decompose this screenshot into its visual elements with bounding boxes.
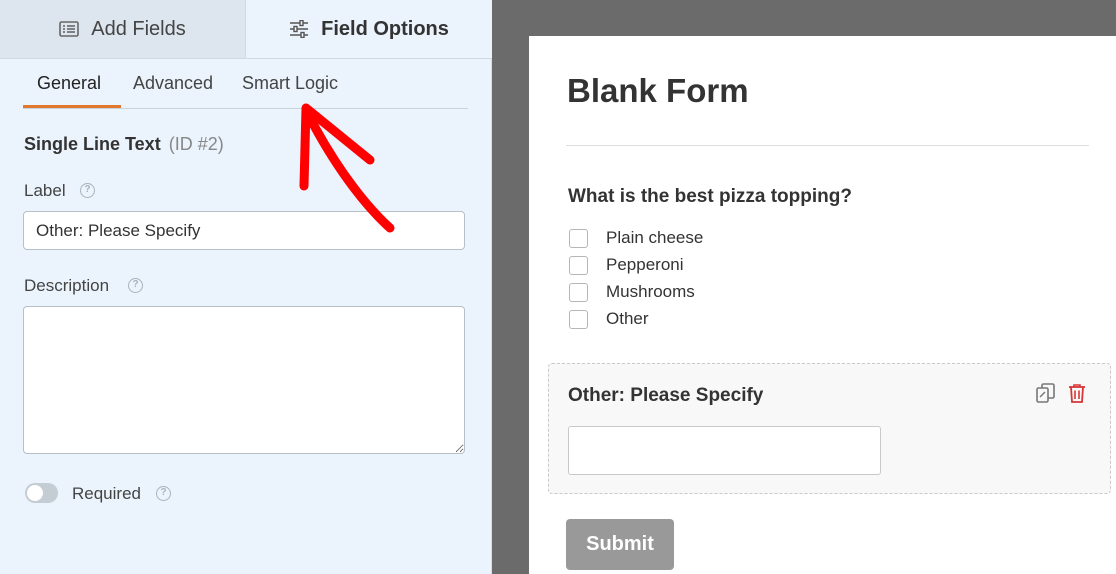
toggle-knob [27,485,43,501]
required-caption: Required [72,484,141,503]
duplicate-icon[interactable] [1036,383,1056,408]
sub-tab-bar: General Advanced Smart Logic [23,59,468,109]
label-caption: Label [24,181,66,200]
checkbox[interactable] [569,282,588,302]
sliders-icon [289,20,309,38]
field-id: (ID #2) [168,134,224,154]
tab-smart-logic[interactable]: Smart Logic [242,73,338,94]
tab-general[interactable]: General [37,73,101,94]
active-tab-indicator [23,105,121,108]
tab-add-fields-label: Add Fields [91,17,186,40]
form-title: Blank Form [567,72,749,109]
option-label: Plain cheese [606,228,704,247]
description-field[interactable] [23,306,465,454]
checkbox-option[interactable]: Pepperoni [569,255,684,275]
checkbox[interactable] [569,309,588,329]
required-toggle[interactable] [25,483,58,503]
submit-button[interactable]: Submit [566,519,674,570]
panel-tabs: Add Fields Field Options [0,0,492,59]
trash-icon[interactable] [1068,383,1086,408]
other-text-input[interactable] [568,426,881,475]
list-icon [59,21,80,37]
field-type-heading: Single Line Text (ID #2) [24,134,224,155]
field-options-panel: Add Fields Field Options General Advance… [0,0,492,574]
other-field-label: Other: Please Specify [568,385,764,406]
label-help-icon[interactable]: ? [80,183,95,198]
option-label: Pepperoni [606,255,684,274]
tab-field-options-label: Field Options [321,17,449,40]
checkbox[interactable] [569,255,588,275]
checkbox[interactable] [569,228,588,248]
label-field[interactable] [23,211,465,250]
tab-field-options[interactable]: Field Options [246,0,492,58]
description-caption: Description [24,276,110,295]
description-help-icon[interactable]: ? [128,278,143,293]
question-label: What is the best pizza topping? [568,186,852,207]
selected-field-other[interactable]: Other: Please Specify [548,363,1111,494]
form-divider [566,145,1089,146]
tab-add-fields[interactable]: Add Fields [0,0,246,58]
checkbox-option[interactable]: Plain cheese [569,228,703,248]
form-preview: Blank Form What is the best pizza toppin… [529,36,1116,574]
option-label: Mushrooms [606,282,695,301]
field-type-name: Single Line Text [24,134,161,154]
required-help-icon[interactable]: ? [156,486,171,501]
checkbox-option[interactable]: Other [569,309,649,329]
option-label: Other [606,309,649,328]
tab-advanced[interactable]: Advanced [133,73,213,94]
checkbox-option[interactable]: Mushrooms [569,282,695,302]
